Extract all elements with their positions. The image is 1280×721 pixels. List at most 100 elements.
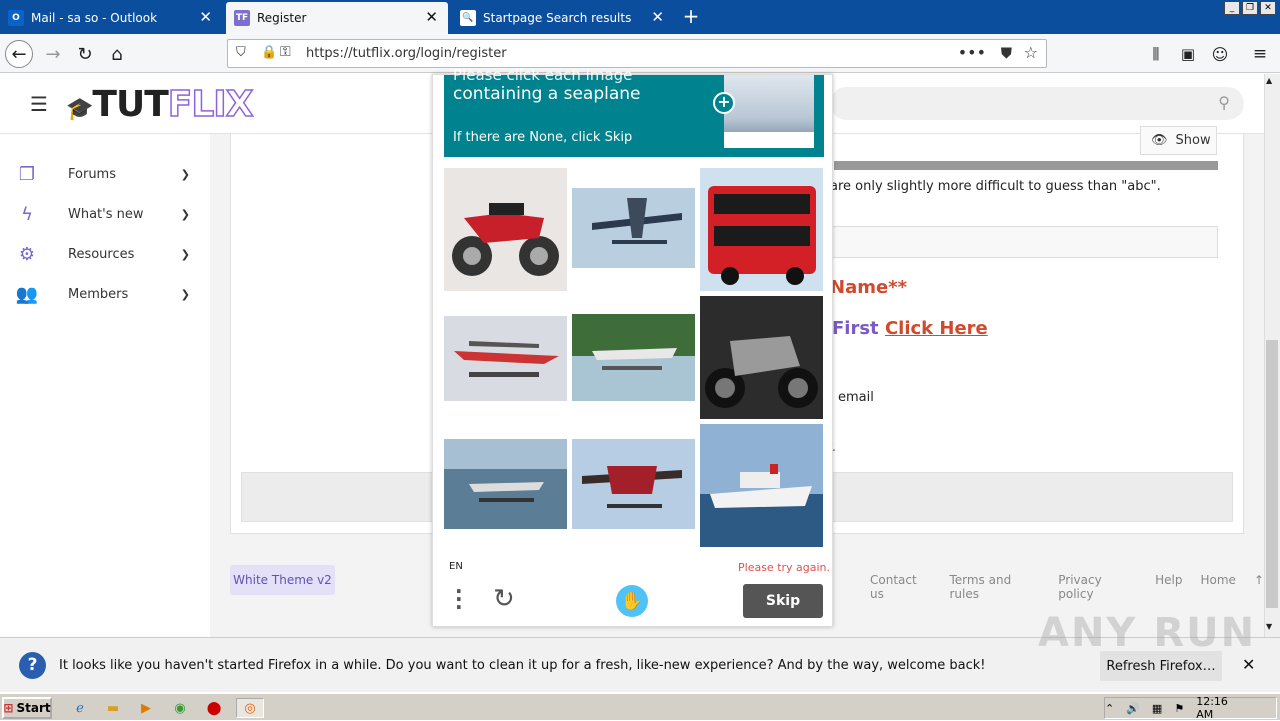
menu-icon[interactable]: ≡ (1246, 40, 1274, 68)
lock-icon[interactable]: 🔒 (261, 45, 277, 60)
name-note: Name** (830, 277, 908, 298)
captcha-tile-7[interactable] (444, 424, 567, 547)
email-label: email (838, 390, 874, 405)
double-decker-bus-image (708, 186, 816, 285)
url-text: https://tutflix.org/login/register (306, 46, 507, 61)
hcaptcha-logo-icon[interactable]: ✋ (616, 585, 648, 617)
scroll-down-icon[interactable]: ▼ (1266, 622, 1272, 631)
flag-icon[interactable]: ⚑ (1174, 702, 1184, 715)
tray-expand-icon[interactable]: ⌃ (1105, 702, 1114, 715)
sidebar-item-members[interactable]: 👥 Members ❯ (14, 280, 196, 308)
question-icon: ? (19, 652, 46, 679)
start-button[interactable]: ⊞ Start (2, 697, 52, 719)
expand-example-icon[interactable]: + (713, 92, 735, 114)
captcha-tile-8[interactable] (572, 424, 695, 547)
sidebar-toggle-icon[interactable]: ▣ (1174, 40, 1202, 68)
close-tab-icon[interactable]: ✕ (651, 9, 664, 25)
footer-link-home[interactable]: Home (1201, 573, 1236, 601)
tab-label: Mail - sa so - Outlook (31, 11, 158, 25)
captcha-tile-6[interactable] (700, 296, 823, 419)
windows-logo-icon: ⊞ (3, 701, 14, 715)
hamburger-menu-icon[interactable]: ☰ (30, 94, 48, 114)
captcha-tile-2[interactable] (572, 168, 695, 291)
tutflix-icon: TF (234, 10, 250, 26)
restore-icon[interactable]: ❐ (1242, 1, 1258, 15)
close-tab-icon[interactable]: ✕ (425, 9, 438, 25)
captcha-tile-3[interactable] (700, 168, 823, 291)
search-input[interactable]: ⚲ (830, 87, 1244, 120)
scroll-up-icon[interactable]: ▲ (1266, 76, 1272, 85)
language-selector[interactable]: EN (449, 561, 463, 572)
folder-icon[interactable]: ▬ (103, 698, 123, 718)
password-hint: are only slightly more difficult to gues… (830, 179, 1161, 194)
cruise-ship-image (700, 424, 823, 547)
close-notification-icon[interactable]: ✕ (1242, 655, 1255, 674)
chevron-down-icon[interactable]: ❯ (181, 248, 190, 261)
chevron-down-icon[interactable]: ❯ (181, 208, 190, 221)
home-button[interactable]: ⌂ (103, 40, 131, 68)
captcha-prompt-partial: Please click each image (453, 66, 633, 84)
sidebar-item-label: Forums (68, 166, 116, 182)
refresh-challenge-icon[interactable]: ↻ (493, 584, 515, 614)
media-player-icon[interactable]: ▶ (136, 698, 156, 718)
browser-tab-bar: O Mail - sa so - Outlook ✕ TF Register ✕… (0, 0, 1280, 34)
theme-chooser-button[interactable]: White Theme v2 (230, 565, 335, 595)
volume-icon[interactable]: 🔊 (1126, 702, 1140, 715)
reload-button[interactable]: ↻ (71, 40, 99, 68)
bookmark-star-icon[interactable]: ☆ (1024, 43, 1038, 62)
tab-register[interactable]: TF Register ✕ (226, 2, 448, 34)
site-logo[interactable]: 🎓TUTFLIX (66, 84, 254, 130)
show-password-button[interactable]: 👁 Show (1140, 126, 1217, 155)
scrollbar-thumb[interactable] (1266, 340, 1278, 608)
startpage-search-icon: 🔍 (460, 10, 476, 26)
page-actions-icon[interactable]: ••• (958, 43, 986, 62)
eye-icon: 👁 (1151, 133, 1168, 148)
footer-link-privacy[interactable]: Privacy policy (1058, 573, 1137, 601)
click-here-link[interactable]: Click Here (885, 318, 988, 339)
graduation-cap-icon: 🎓 (66, 97, 93, 122)
back-button[interactable]: ← (5, 40, 33, 68)
captcha-tile-5[interactable] (572, 296, 695, 419)
new-tab-button[interactable]: + (681, 4, 701, 28)
tab-outlook[interactable]: O Mail - sa so - Outlook ✕ (0, 2, 222, 34)
chevron-down-icon[interactable]: ❯ (181, 168, 190, 181)
captcha-tile-4[interactable] (444, 296, 567, 419)
account-icon[interactable]: ☺ (1206, 40, 1234, 68)
url-bar[interactable]: ⛉ 🔒 ⚿ https://tutflix.org/login/register… (227, 39, 1047, 68)
sidebar-item-label: What's new (68, 206, 144, 222)
browser-toolbar: ← → ↻ ⌂ ⛉ 🔒 ⚿ https://tutflix.org/login/… (0, 34, 1280, 73)
tab-startpage[interactable]: 🔍 Startpage Search results ✕ (452, 2, 674, 34)
sidebar-item-resources[interactable]: ⚙ Resources ❯ (14, 240, 196, 268)
more-options-icon[interactable]: · · · (455, 581, 463, 617)
footer-link-help[interactable]: Help (1155, 573, 1182, 601)
first-note: First Click Here (832, 318, 988, 339)
captcha-skip-hint: If there are None, click Skip (453, 130, 633, 145)
close-tab-icon[interactable]: ✕ (199, 9, 212, 25)
minimize-icon[interactable]: _ (1224, 1, 1240, 15)
skip-button[interactable]: Skip (743, 584, 823, 618)
password-strength-meter (834, 161, 1218, 170)
shield-icon[interactable]: ⛉ (236, 45, 246, 60)
network-icon[interactable]: ▦ (1152, 702, 1162, 715)
pocket-icon[interactable]: ⛊ (1001, 44, 1012, 62)
scroll-top-icon[interactable]: ↑ (1254, 573, 1264, 601)
sidebar-item-forums[interactable]: ❐ Forums ❯ (14, 160, 196, 188)
confirm-password-field[interactable] (830, 226, 1218, 258)
library-icon[interactable]: ⫼ (1142, 40, 1170, 68)
key-icon[interactable]: ⚿ (280, 44, 291, 60)
captcha-tile-9[interactable] (700, 424, 823, 547)
forums-icon: ❐ (18, 163, 36, 185)
close-window-icon[interactable]: ✕ (1260, 1, 1276, 15)
footer-link-contact[interactable]: Contact us (870, 573, 931, 601)
home-icon: ⌂ (111, 43, 123, 65)
captcha-prompt-text: containing a seaplane (453, 84, 641, 104)
footer-link-terms[interactable]: Terms and rules (949, 573, 1040, 601)
sidebar-item-whats-new[interactable]: ϟ What's new ❯ (14, 200, 196, 228)
captcha-tile-1[interactable] (444, 168, 567, 291)
chrome-icon[interactable]: ◉ (170, 698, 190, 718)
opera-icon[interactable]: ⬤ (204, 698, 224, 718)
chevron-down-icon[interactable]: ❯ (181, 288, 190, 301)
firefox-taskbar-icon[interactable]: ◎ (236, 698, 264, 718)
internet-explorer-icon[interactable]: ℯ (70, 698, 90, 718)
forward-button[interactable]: → (39, 40, 67, 68)
